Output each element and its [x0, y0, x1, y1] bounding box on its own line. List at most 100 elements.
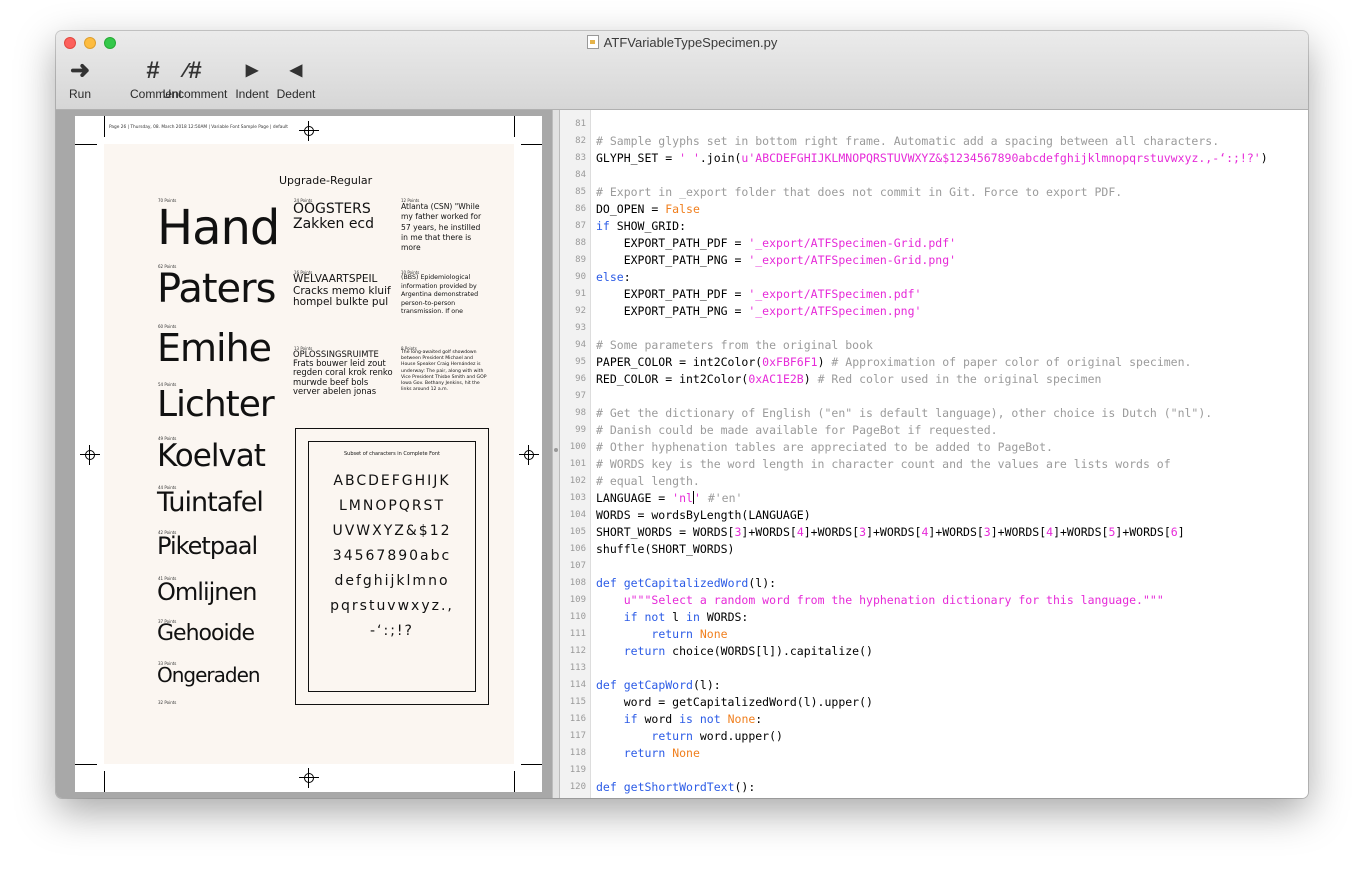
code-text: else: — [596, 269, 631, 286]
line-number: 114 — [569, 680, 586, 690]
code-line[interactable]: 109 u"""Select a random word from the hy… — [560, 592, 1308, 609]
code-line[interactable]: 108 def getCapitalizedWord(l): — [560, 575, 1308, 592]
code-line[interactable]: 87 if SHOW_GRID: — [560, 218, 1308, 235]
code-line[interactable]: 92 EXPORT_PATH_PNG = '_export/ATFSpecime… — [560, 303, 1308, 320]
code-text: GLYPH_SET = ' '.join(u'ABCDEFGHIJKLMNOPQ… — [596, 150, 1268, 167]
code-line[interactable]: 97 — [560, 388, 1308, 405]
dedent-triangle-icon: ◀ — [289, 62, 303, 79]
code-line[interactable]: 95 PAPER_COLOR = int2Color(0xFBF6F1) # Ap… — [560, 354, 1308, 371]
code-line[interactable]: 81 — [560, 116, 1308, 133]
page-header-text: Page 26 | Thursday, 08. March 2018 12:50… — [109, 125, 288, 130]
glyph-row: 34567890abc — [332, 548, 452, 564]
code-text: EXPORT_PATH_PDF = '_export/ATFSpecimen-G… — [596, 235, 956, 252]
code-line[interactable]: 88 EXPORT_PATH_PDF = '_export/ATFSpecime… — [560, 235, 1308, 252]
code-token: False — [665, 202, 700, 216]
code-editor[interactable]: 81 82 # Sample glyphs set in bottom right … — [560, 110, 1308, 798]
code-token: #'en' — [707, 491, 743, 505]
line-number: 116 — [569, 714, 586, 724]
code-token: None — [727, 712, 756, 726]
line-number: 95 — [575, 357, 586, 367]
code-token: choice(WORDS[l]).capitalize() — [665, 644, 873, 658]
code-token: # Approximation of paper color of origin… — [831, 355, 1192, 369]
code-line[interactable]: 84 — [560, 167, 1308, 184]
code-token: LANGUAGE = — [596, 491, 673, 505]
code-line[interactable]: 106 shuffle(SHORT_WORDS) — [560, 541, 1308, 558]
code-text: EXPORT_PATH_PNG = '_export/ATFSpecimen.p… — [596, 303, 922, 320]
indent-button[interactable]: ▶ Indent — [234, 57, 270, 101]
line-number: 96 — [575, 374, 586, 384]
code-line[interactable]: 118 return None — [560, 745, 1308, 762]
code-line[interactable]: 91 EXPORT_PATH_PDF = '_export/ATFSpecime… — [560, 286, 1308, 303]
code-line[interactable]: 103 LANGUAGE = 'nl' #'en' — [560, 490, 1308, 507]
code-line[interactable]: 104 WORDS = wordsByLength(LANGUAGE) — [560, 507, 1308, 524]
code-line[interactable]: 100 # Other hyphenation tables are apprec… — [560, 439, 1308, 456]
code-token: GLYPH_SET = — [596, 151, 680, 165]
crop-mark — [521, 144, 542, 145]
code-token: 'nl — [672, 491, 693, 505]
code-token: None — [699, 627, 728, 641]
line-number: 94 — [575, 340, 586, 350]
sample-text-24: OOGSTERS Zakken ecd — [293, 201, 375, 233]
sample-word: Emihe — [157, 326, 272, 370]
code-line[interactable]: 98 # Get the dictionary of English ("en" … — [560, 405, 1308, 422]
split-view-divider[interactable] — [552, 110, 560, 798]
code-text: return word.upper() — [596, 728, 783, 745]
code-token: is not — [679, 712, 721, 726]
code-token: (l): — [748, 576, 777, 590]
run-arrow-icon: ➜ — [69, 57, 91, 84]
code-line[interactable]: 113 — [560, 660, 1308, 677]
code-line[interactable]: 93 — [560, 320, 1308, 337]
code-token: ]+WORDS[ — [741, 525, 797, 539]
glyph-row: LMNOPQRST — [339, 498, 445, 514]
python-file-icon — [586, 35, 599, 49]
code-line[interactable]: 117 return word.upper() — [560, 728, 1308, 745]
app-window: ATFVariableTypeSpecimen.py ➜ Run # Comme… — [56, 31, 1308, 798]
code-text: u"""Answer all words of 3, 4, 5, 6 and s… — [596, 796, 1074, 798]
code-token: 4 — [796, 525, 804, 539]
code-line[interactable]: 121 u"""Answer all words of 3, 4, 5, 6 a… — [560, 796, 1308, 798]
run-button[interactable]: ➜ Run — [66, 57, 94, 101]
code-token: word — [637, 712, 680, 726]
code-line[interactable]: 111 return None — [560, 626, 1308, 643]
line-number: 104 — [569, 510, 586, 520]
uncomment-label: Uncomment — [162, 87, 228, 101]
code-line[interactable]: 107 — [560, 558, 1308, 575]
code-line[interactable]: 83 GLYPH_SET = ' '.join(u'ABCDEFGHIJKLMNO… — [560, 150, 1308, 167]
code-line[interactable]: 101 # WORDS key is the word length in cha… — [560, 456, 1308, 473]
code-line[interactable]: 96 RED_COLOR = int2Color(0xAC1E2B) # Red … — [560, 371, 1308, 388]
code-text: u"""Select a random word from the hyphen… — [596, 592, 1164, 609]
code-token: getCapWord — [623, 678, 693, 692]
code-line[interactable]: 115 word = getCapitalizedWord(l).upper() — [560, 694, 1308, 711]
code-line[interactable]: 119 — [560, 762, 1308, 779]
code-line[interactable]: 114 def getCapWord(l): — [560, 677, 1308, 694]
code-line[interactable]: 90 else: — [560, 269, 1308, 286]
font-name-heading: Upgrade-Regular — [279, 174, 373, 187]
code-token: return — [651, 627, 693, 641]
code-line[interactable]: 94 # Some parameters from the original bo… — [560, 337, 1308, 354]
uncomment-button[interactable]: # ⁄ Uncomment — [162, 57, 228, 101]
code-line[interactable]: 112 return choice(WORDS[l]).capitalize() — [560, 643, 1308, 660]
pdf-preview-pane[interactable]: Page 26 | Thursday, 08. March 2018 12:50… — [56, 110, 552, 798]
code-line[interactable]: 110 if not l in WORDS: — [560, 609, 1308, 626]
line-number: 121 — [560, 796, 586, 798]
code-line[interactable]: 102 # equal length. — [560, 473, 1308, 490]
code-token: ]+WORDS[ — [928, 525, 984, 539]
code-line[interactable]: 86 DO_OPEN = False — [560, 201, 1308, 218]
code-line[interactable]: 120 def getShortWordText(): — [560, 779, 1308, 796]
sample-word: Ongeraden — [157, 663, 261, 687]
code-line[interactable]: 85 # Export in _export folder that does n… — [560, 184, 1308, 201]
code-line[interactable]: 82 # Sample glyphs set in bottom right fr… — [560, 133, 1308, 150]
code-token: : — [623, 270, 631, 284]
code-line[interactable]: 105 SHORT_WORDS = WORDS[3]+WORDS[4]+WORDS… — [560, 524, 1308, 541]
code-token: 3 — [983, 525, 991, 539]
code-line[interactable]: 116 if word is not None: — [560, 711, 1308, 728]
code-line[interactable]: 89 EXPORT_PATH_PNG = '_export/ATFSpecime… — [560, 252, 1308, 269]
glyph-inner-frame: Subset of characters in Complete Font AB… — [308, 441, 476, 692]
code-text: # Export in _export folder that does not… — [596, 184, 1122, 201]
code-line[interactable]: 99 # Danish could be made available for P… — [560, 422, 1308, 439]
code-token: getCapitalizedWord — [623, 576, 749, 590]
dedent-button[interactable]: ◀ Dedent — [276, 57, 316, 101]
code-token: EXPORT_PATH_PDF = — [596, 236, 749, 250]
code-text: def getShortWordText(): — [596, 779, 755, 796]
